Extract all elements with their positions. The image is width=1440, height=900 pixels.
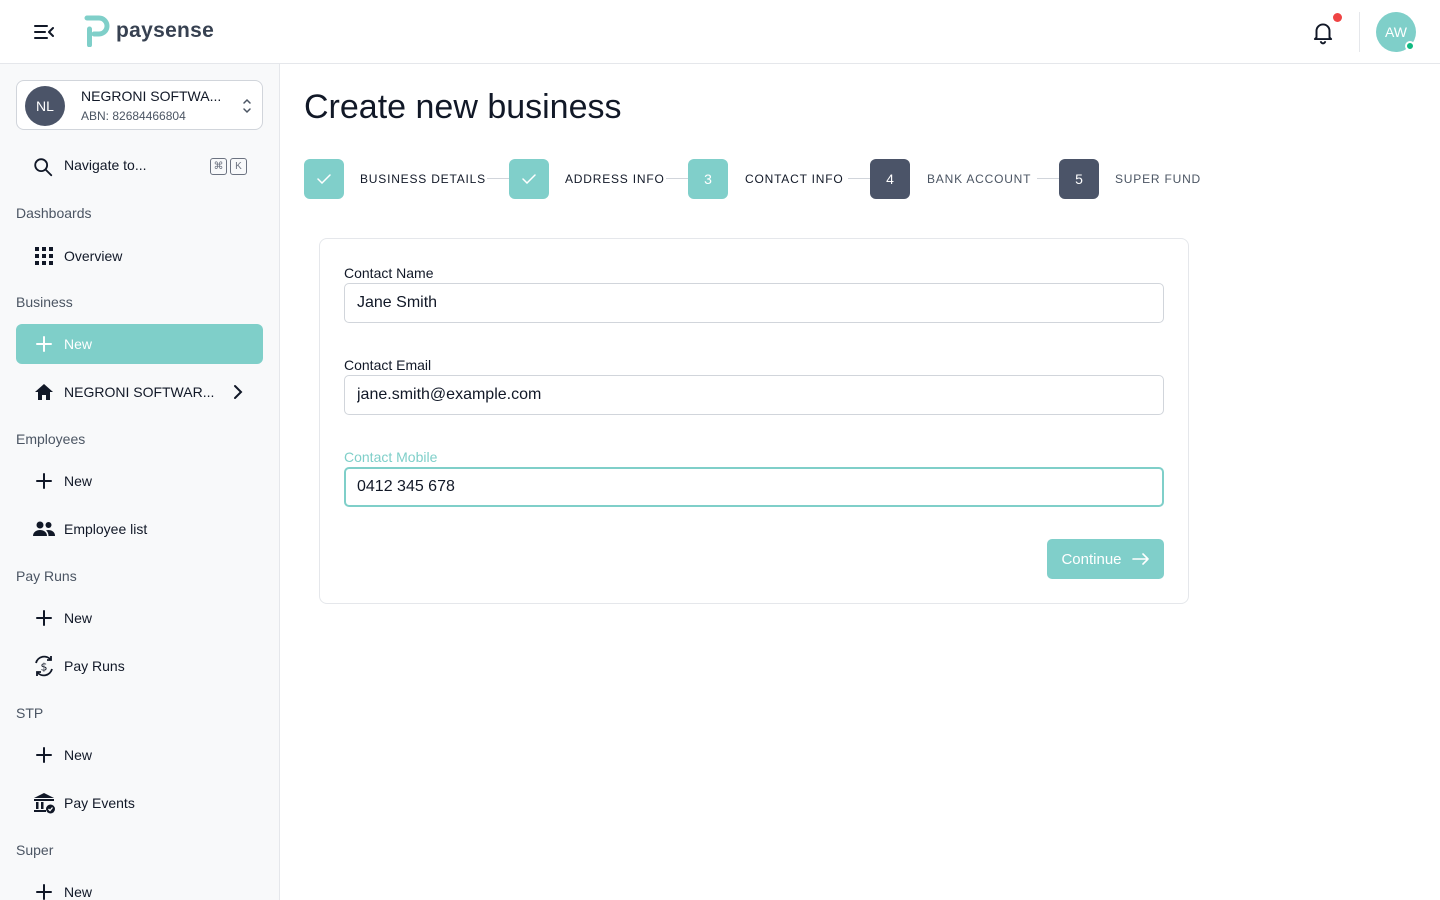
step-1-label: BUSINESS DETAILS <box>360 172 486 186</box>
paysense-logo-mark <box>84 15 110 47</box>
step-connector <box>848 178 870 179</box>
contact-email-input[interactable] <box>344 375 1164 415</box>
command-key-hint: ⌘ <box>210 158 227 175</box>
sidebar-item-label: Pay Runs <box>64 658 125 674</box>
sidebar-item-label: New <box>64 884 93 900</box>
section-dashboards: Dashboards <box>16 205 92 221</box>
sidebar-item-business-new[interactable]: New <box>16 324 263 364</box>
contact-name-label: Contact Name <box>344 265 434 281</box>
currency-exchange-icon: $ <box>32 654 56 678</box>
sidebar-item-overview[interactable]: Overview <box>16 236 263 276</box>
business-switcher[interactable]: NL NEGRONI SOFTWA... ABN: 82684466804 <box>16 80 263 130</box>
contact-mobile-label: Contact Mobile <box>344 449 438 465</box>
sidebar-item-label: New <box>64 610 93 626</box>
business-name: NEGRONI SOFTWA... <box>81 88 222 104</box>
continue-button[interactable]: Continue <box>1047 539 1164 579</box>
section-pay-runs: Pay Runs <box>16 568 77 584</box>
user-initials: AW <box>1384 24 1408 40</box>
home-icon <box>32 380 56 404</box>
contact-name-input[interactable] <box>344 283 1164 323</box>
step-3-number: 3 <box>704 171 712 187</box>
step-3-label: CONTACT INFO <box>745 172 844 186</box>
section-business: Business <box>16 294 73 310</box>
page-title: Create new business <box>304 88 622 126</box>
sidebar-item-label: NEGRONI SOFTWAR... <box>64 384 215 400</box>
plus-icon <box>32 606 56 630</box>
sidebar-item-employee-list[interactable]: Employee list <box>16 509 263 549</box>
business-abn: ABN: 82684466804 <box>81 109 186 123</box>
sidebar-item-pay-events[interactable]: Pay Events <box>16 783 263 823</box>
section-employees: Employees <box>16 431 86 447</box>
plus-icon <box>32 332 56 356</box>
contact-email-label: Contact Email <box>344 357 432 373</box>
sidebar-item-label: Pay Events <box>64 795 135 811</box>
step-4-label: BANK ACCOUNT <box>927 172 1032 186</box>
check-icon <box>317 174 331 184</box>
search-icon <box>34 158 53 177</box>
sidebar-item-stp-new[interactable]: New <box>16 735 263 775</box>
bell-icon[interactable] <box>1310 19 1336 45</box>
step-4-number: 4 <box>886 171 894 187</box>
sidebar-item-label: New <box>64 336 93 352</box>
business-avatar: NL <box>25 86 65 126</box>
section-super: Super <box>16 842 54 858</box>
top-bar: paysense AW <box>0 0 1440 64</box>
plus-icon <box>32 743 56 767</box>
people-icon <box>32 517 56 541</box>
sidebar-item-employees-new[interactable]: New <box>16 461 263 501</box>
online-status-dot <box>1405 41 1415 51</box>
navigate-label: Navigate to... <box>64 157 147 173</box>
plus-icon <box>32 880 56 900</box>
sidebar-item-label: New <box>64 473 93 489</box>
sidebar-item-label: Overview <box>64 248 123 264</box>
step-2-complete[interactable] <box>509 159 549 199</box>
business-initials: NL <box>36 98 54 114</box>
check-icon <box>522 174 536 184</box>
step-3-current[interactable]: 3 <box>688 159 728 199</box>
paysense-logo[interactable]: paysense <box>84 15 214 47</box>
sidebar-item-label: Employee list <box>64 521 148 537</box>
step-5-pending[interactable]: 5 <box>1059 159 1099 199</box>
navigate-search[interactable]: Navigate to... ⌘ K <box>16 146 263 186</box>
sidebar-item-super-new[interactable]: New <box>16 872 263 900</box>
chevron-up-down-icon <box>243 98 251 114</box>
chevron-right-icon <box>234 385 243 399</box>
brand-name: paysense <box>116 19 215 42</box>
header-divider <box>1359 12 1360 52</box>
arrow-right-icon <box>1131 553 1149 565</box>
continue-label: Continue <box>1061 550 1122 568</box>
k-key-hint: K <box>230 158 247 175</box>
sidebar-item-business-current[interactable]: NEGRONI SOFTWAR... <box>16 372 263 412</box>
sidebar-item-pay-runs[interactable]: $ Pay Runs <box>16 646 263 686</box>
sidebar-item-label: New <box>64 747 93 763</box>
sidebar: NL NEGRONI SOFTWA... ABN: 82684466804 Na… <box>0 64 280 900</box>
bank-check-icon <box>32 791 56 815</box>
menu-collapse-icon[interactable] <box>32 20 56 44</box>
step-2-label: ADDRESS INFO <box>565 172 665 186</box>
plus-icon <box>32 469 56 493</box>
sidebar-item-payruns-new[interactable]: New <box>16 598 263 638</box>
step-connector <box>487 178 509 179</box>
step-connector <box>666 178 688 179</box>
step-5-number: 5 <box>1075 171 1083 187</box>
grid-icon <box>32 244 56 268</box>
step-connector <box>1037 178 1059 179</box>
svg-text:$: $ <box>41 661 48 674</box>
contact-mobile-input[interactable] <box>344 467 1164 507</box>
section-stp: STP <box>16 705 44 721</box>
step-1-complete[interactable] <box>304 159 344 199</box>
notification-badge <box>1333 13 1342 22</box>
step-4-pending[interactable]: 4 <box>870 159 910 199</box>
step-5-label: SUPER FUND <box>1115 172 1202 186</box>
